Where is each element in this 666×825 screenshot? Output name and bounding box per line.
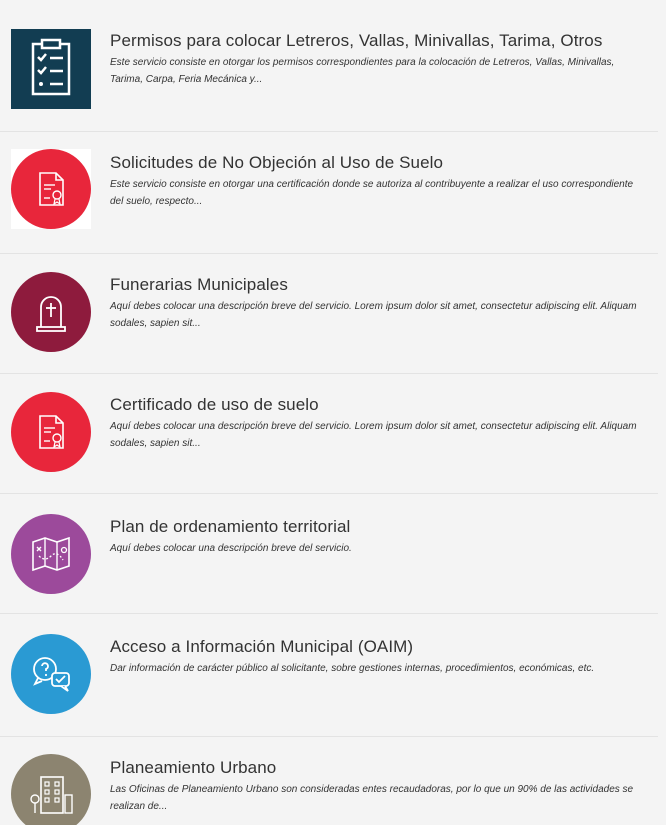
service-description: Aquí debes colocar una descripción breve… [110, 421, 637, 449]
service-description: Este servicio consiste en otorgar los pe… [110, 57, 615, 85]
service-item-plan-ordenamiento[interactable]: Plan de ordenamiento territorial Aquí de… [0, 493, 658, 613]
service-description: Aquí debes colocar una descripción breve… [110, 301, 637, 329]
service-title[interactable]: Solicitudes de No Objeción al Uso de Sue… [110, 152, 648, 174]
icon-disc [11, 149, 91, 229]
service-description: Las Oficinas de Planeamiento Urbano son … [110, 784, 634, 812]
service-title[interactable]: Permisos para colocar Letreros, Vallas, … [110, 30, 648, 52]
tombstone-icon[interactable] [11, 272, 91, 352]
service-title[interactable]: Acceso a Información Municipal (OAIM) [110, 636, 648, 658]
map-route-icon[interactable] [11, 514, 91, 594]
service-title[interactable]: Planeamiento Urbano [110, 757, 648, 779]
question-chat-icon[interactable] [11, 634, 91, 714]
service-description: Aquí debes colocar una descripción breve… [110, 543, 352, 554]
certificate-document-icon[interactable] [11, 149, 91, 229]
service-description: Dar información de carácter público al s… [110, 663, 595, 674]
services-list: Permisos para colocar Letreros, Vallas, … [0, 0, 666, 825]
certificate-document-icon[interactable] [11, 392, 91, 472]
service-title[interactable]: Plan de ordenamiento territorial [110, 516, 648, 538]
building-icon[interactable] [11, 754, 91, 825]
clipboard-checklist-icon[interactable] [11, 29, 91, 109]
service-description: Este servicio consiste en otorgar una ce… [110, 179, 634, 207]
service-item-oaim[interactable]: Acceso a Información Municipal (OAIM) Da… [0, 613, 658, 736]
service-item-certificado[interactable]: Certificado de uso de suelo Aquí debes c… [0, 373, 658, 493]
service-item-funerarias[interactable]: Funerarias Municipales Aquí debes coloca… [0, 253, 658, 373]
service-item-no-objecion[interactable]: Solicitudes de No Objeción al Uso de Sue… [0, 131, 658, 253]
service-item-permisos[interactable]: Permisos para colocar Letreros, Vallas, … [0, 8, 658, 131]
service-title[interactable]: Certificado de uso de suelo [110, 394, 648, 416]
service-item-planeamiento-urbano[interactable]: Planeamiento Urbano Las Oficinas de Plan… [0, 736, 658, 825]
service-title[interactable]: Funerarias Municipales [110, 274, 648, 296]
